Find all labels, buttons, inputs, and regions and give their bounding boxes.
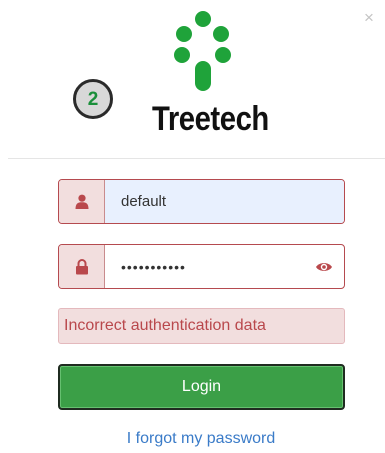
brand-name: Treetech	[152, 100, 269, 138]
login-button[interactable]: Login	[58, 364, 345, 410]
username-field	[58, 179, 345, 224]
user-icon	[59, 180, 105, 223]
step-number: 2	[87, 88, 99, 110]
lock-icon	[59, 245, 105, 288]
password-field	[58, 244, 345, 289]
forgot-password-link[interactable]: I forgot my password	[0, 430, 385, 448]
username-input[interactable]	[105, 180, 344, 223]
tree-logo-icon	[168, 11, 238, 93]
eye-icon[interactable]	[304, 245, 344, 288]
step-number-badge: 2	[73, 79, 113, 119]
close-icon[interactable]: ×	[361, 9, 377, 27]
error-message: Incorrect authentication data	[58, 308, 345, 344]
header-divider	[8, 158, 385, 159]
password-input[interactable]	[105, 245, 304, 288]
